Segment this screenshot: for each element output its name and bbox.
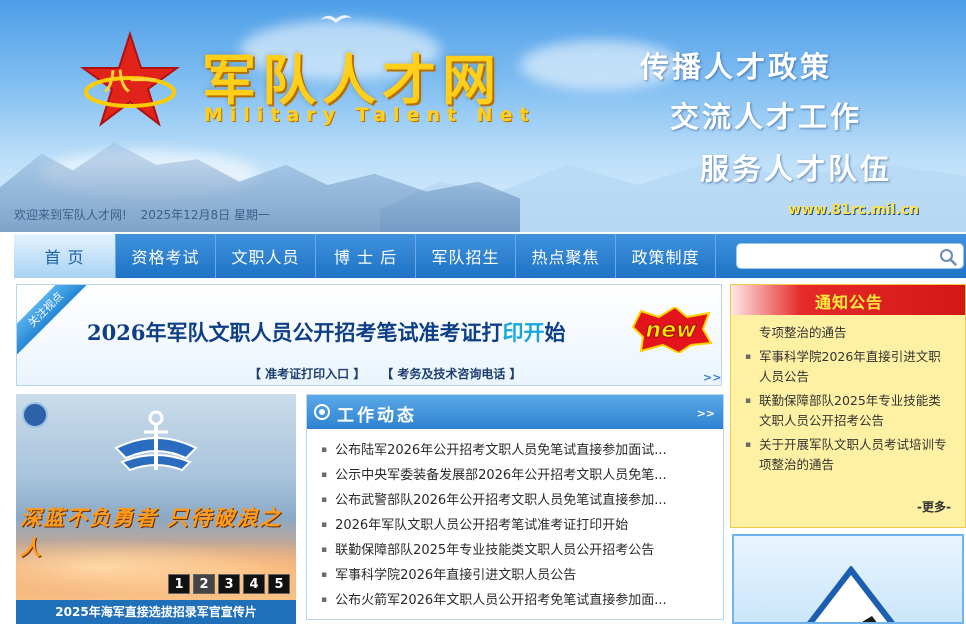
news-item[interactable]: 2026年军队文职人员公开招考笔试准考证打印开始 [321, 513, 701, 538]
headline-title[interactable]: 2026年军队文职人员公开招考笔试准考证打印开始 [87, 317, 565, 347]
work-news-panel: 工作动态 >> 公布陆军2026年公开招考文职人员免笔试直接参加面试... 公示… [306, 394, 724, 620]
work-news-header: 工作动态 >> [307, 395, 723, 429]
news-item[interactable]: 公布武警部队2026年公开招考文职人员免笔试直接参加... [321, 488, 701, 513]
slogan-line-3: 服务人才队伍 [700, 152, 893, 186]
headline-title-main: 2026年军队文职人员公开招考笔试准考证打 [87, 320, 503, 345]
news-item[interactable]: 公示中央军委装备发展部2026年公开招考文职人员免笔... [321, 463, 701, 488]
slider-page-2[interactable]: 2 [193, 574, 215, 594]
slogan-line-2: 交流人才工作 [670, 100, 863, 134]
notice-item[interactable]: 军事科学院2026年直接引进文职人员公告 [745, 347, 953, 387]
slider-pager: 1 2 3 4 5 [168, 574, 290, 594]
focus-ribbon: 关注视点 [17, 285, 93, 357]
nav-qualification-exam[interactable]: 资格考试 [116, 234, 216, 278]
work-news-more-link[interactable]: >> [697, 407, 715, 420]
admission-ticket-link[interactable]: 【 准考证打印入口 】 [249, 367, 365, 381]
nav-home[interactable]: 首 页 [14, 234, 116, 278]
nav-postdoc[interactable]: 博 士 后 [316, 234, 416, 278]
notice-item[interactable]: 专项整治的通告 [745, 323, 953, 343]
slider-page-1[interactable]: 1 [168, 574, 190, 594]
slider-page-4[interactable]: 4 [243, 574, 265, 594]
navy-badge-icon [22, 402, 48, 428]
headline-more-link[interactable]: >> [703, 371, 721, 384]
navy-anchor-icon [114, 410, 198, 472]
site-subtitle: Military Talent Net [204, 104, 536, 126]
notice-item[interactable]: 联勤保障部队2025年专业技能类文职人员公开招考公告 [745, 391, 953, 431]
nav-civilian-staff[interactable]: 文职人员 [216, 234, 316, 278]
news-item[interactable]: 公布火箭军2026年文职人员公开招考免笔试直接参加面... [321, 588, 701, 613]
news-item[interactable]: 公布陆军2026年公开招考文职人员免笔试直接参加面试... [321, 438, 701, 463]
site-url: www.81rc.mil.cn [788, 202, 919, 218]
army-emblem-icon: 八一 [80, 30, 180, 127]
notice-item[interactable]: 关于开展军队文职人员考试培训专项整治的通告 [745, 435, 953, 475]
welcome-text: 欢迎来到军队人才网! [14, 208, 127, 222]
news-item[interactable]: 军事科学院2026年直接引进文职人员公告 [321, 563, 701, 588]
headline-box: 关注视点 2026年军队文职人员公开招考笔试准考证打印开始 new 【 准考证打… [16, 284, 722, 386]
notice-title: 通知公告 [815, 293, 884, 312]
current-date: 2025年12月8日 星期一 [140, 208, 270, 222]
slider-slogan: 深蓝不负勇者 只待破浪之人 [20, 505, 283, 560]
slider-caption[interactable]: 2025年海军直接选拔招录军官宣传片 [16, 600, 296, 624]
nav-policy[interactable]: 政策制度 [616, 234, 716, 278]
work-news-title: 工作动态 [337, 406, 417, 426]
headline-links: 【 准考证打印入口 】 【 考务及技术咨询电话 】 [249, 365, 534, 382]
slider-page-5[interactable]: 5 [268, 574, 290, 594]
welcome-bar: 欢迎来到军队人才网! 2025年12月8日 星期一 [14, 206, 280, 223]
notice-more-link[interactable]: -更多- [917, 498, 951, 515]
bird-icon [320, 15, 352, 23]
slogan-line-1: 传播人才政策 [640, 50, 833, 84]
headline-title-end: 始 [544, 320, 566, 345]
news-item[interactable]: 联勤保障部队2025年专业技能类文职人员公开招考公告 [321, 538, 701, 563]
exam-hotline-link[interactable]: 【 考务及技术咨询电话 】 [381, 367, 521, 381]
warning-sign-icon [807, 566, 895, 622]
search-input[interactable] [737, 244, 937, 268]
notice-list: 专项整治的通告 军事科学院2026年直接引进文职人员公告 联勤保障部队2025年… [731, 315, 965, 475]
headline-title-accent: 印开 [502, 320, 545, 345]
nav-hot-topics[interactable]: 热点聚焦 [516, 234, 616, 278]
notice-header: 通知公告 [731, 285, 965, 315]
notice-panel: 通知公告 专项整治的通告 军事科学院2026年直接引进文职人员公告 联勤保障部队… [730, 284, 966, 528]
new-badge-text: new [646, 318, 698, 343]
main-nav: 首 页 资格考试 文职人员 博 士 后 军队招生 热点聚焦 政策制度 [14, 234, 966, 278]
side-promo-banner[interactable] [732, 534, 964, 624]
new-badge-icon: new [631, 307, 713, 353]
news-header-icon [314, 404, 330, 420]
work-news-list: 公布陆军2026年公开招考文职人员免笔试直接参加面试... 公示中央军委装备发展… [307, 429, 723, 613]
photo-slider[interactable]: 深蓝不负勇者 只待破浪之人 1 2 3 4 5 2025年海军直接选拔招录军官宣… [16, 394, 296, 624]
nav-military-enrollment[interactable]: 军队招生 [416, 234, 516, 278]
header-banner: 八一 军队人才网 Military Talent Net 传播人才政策 交流人才… [0, 0, 966, 232]
svg-text:八一: 八一 [104, 67, 156, 97]
search-icon[interactable] [939, 248, 957, 266]
slider-page-3[interactable]: 3 [218, 574, 240, 594]
search-box [736, 243, 964, 269]
